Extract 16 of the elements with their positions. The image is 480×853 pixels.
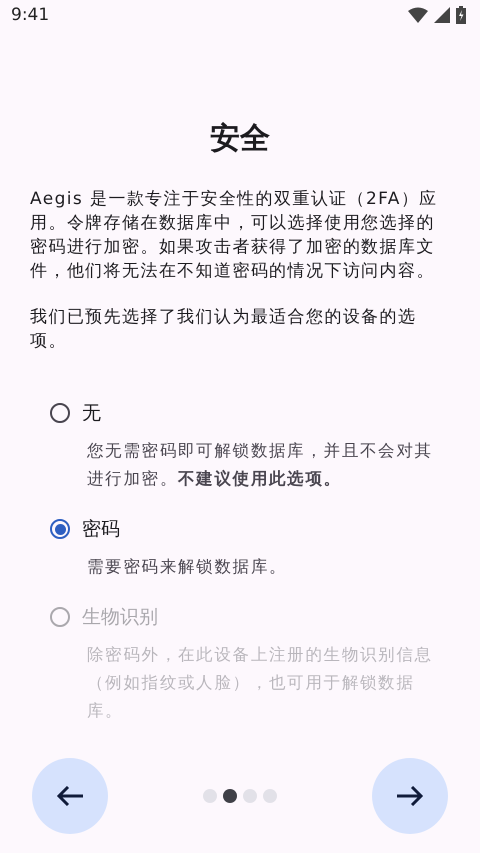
option-description: 除密码外，在此设备上注册的生物识别信息（例如指纹或人脸），也可用于解锁数据库。 — [87, 644, 434, 722]
option-label[interactable]: 无 — [82, 400, 101, 426]
forward-arrow-icon — [397, 786, 423, 806]
intro-paragraph: 我们已预先选择了我们认为最适合您的设备的选项。 — [30, 306, 418, 353]
radio-button[interactable] — [50, 519, 70, 539]
option-label[interactable]: 密码 — [82, 516, 120, 542]
radio-button[interactable] — [50, 403, 70, 423]
wifi-icon — [408, 7, 428, 23]
option-description: 您无需密码即可解锁数据库，并且不会对其进行加密。不建议使用此选项。 — [87, 440, 434, 490]
option-description: 需要密码来解锁数据库。 — [87, 556, 288, 578]
battery-charging-icon — [456, 6, 466, 24]
back-arrow-icon — [57, 786, 83, 806]
signal-icon — [434, 7, 450, 23]
intro-paragraph: Aegis 是一款专注于安全性的双重认证（2FA）应用。令牌存储在数据库中，可以选择使用您选择的密码进行加密。如果攻击者获得了加密的数据库文件，他们将无法在不知道密码的情况下访问内容。 — [30, 188, 439, 283]
clock-time: 9:41 — [11, 5, 50, 25]
page-title: 安全 — [209, 120, 271, 158]
